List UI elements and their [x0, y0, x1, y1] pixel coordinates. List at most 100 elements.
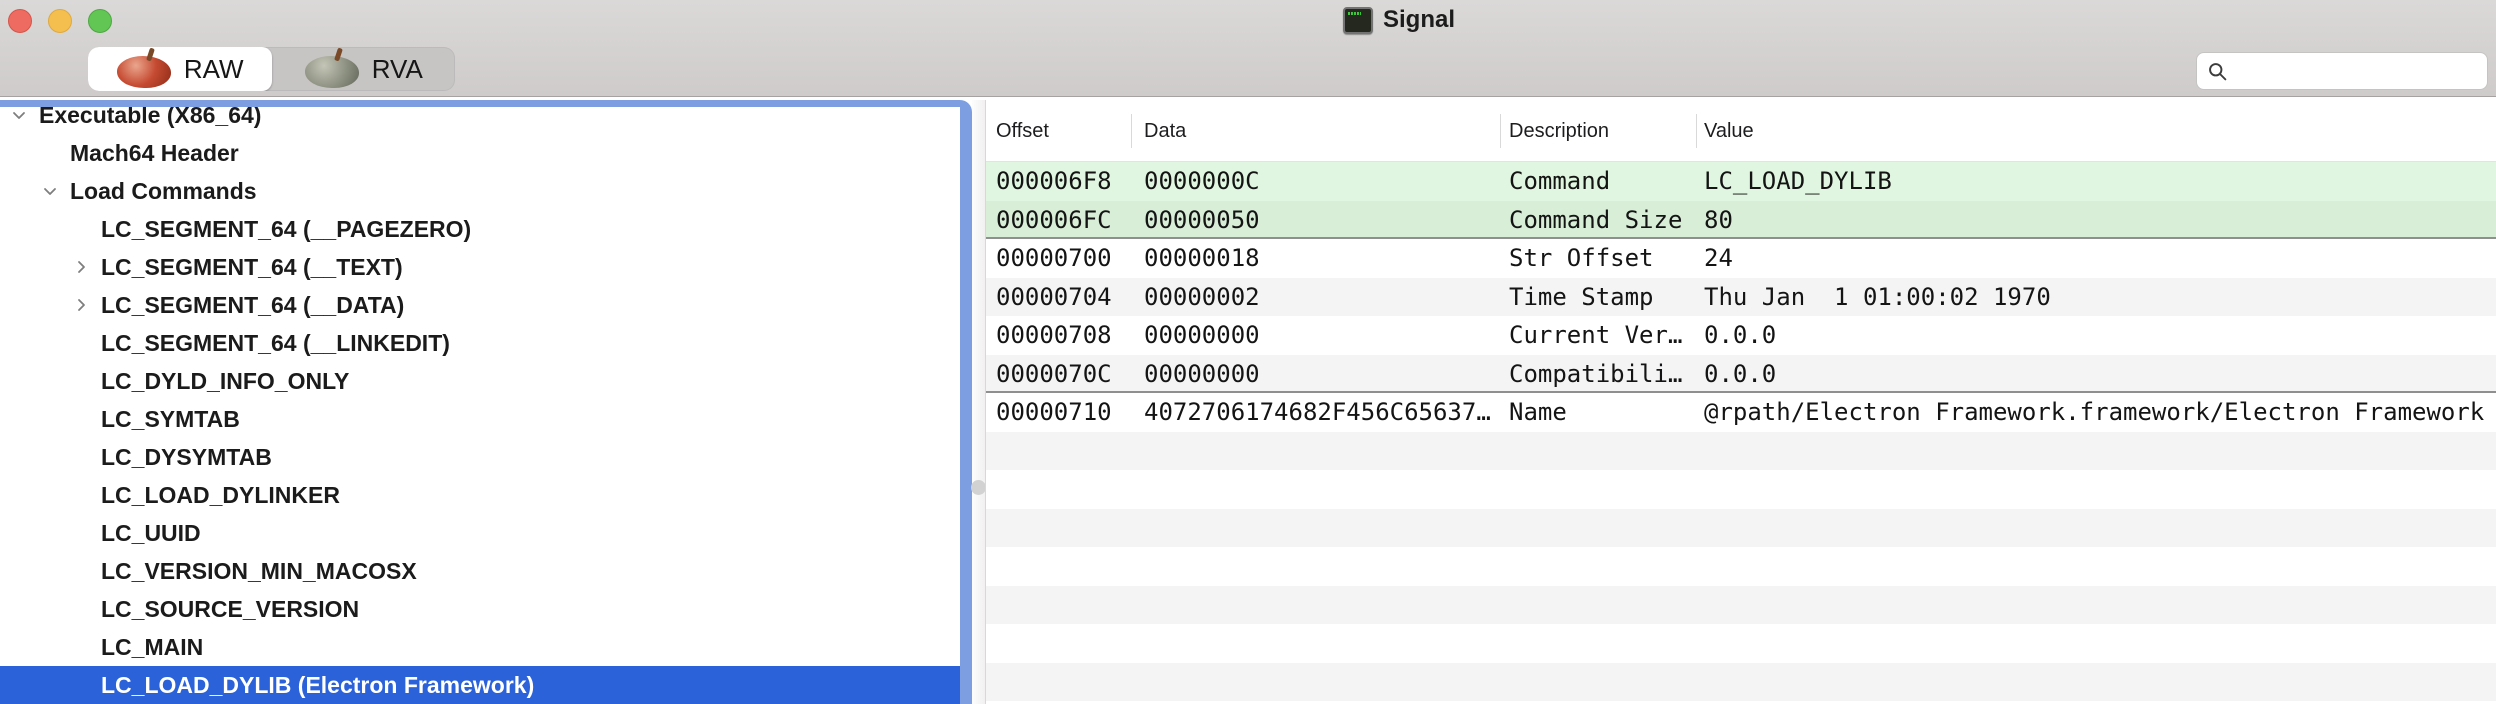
close-button[interactable]	[8, 9, 32, 33]
sidebar-item-label: LC_DYLD_INFO_ONLY	[101, 368, 349, 395]
cell-data: 00000002	[1144, 278, 1260, 317]
scrollbar-thumb[interactable]	[971, 480, 986, 495]
sidebar-item-executable-x86-64[interactable]: Executable (X86_64)	[0, 100, 960, 134]
pane-splitter[interactable]	[972, 100, 985, 704]
cell-data: 0000000C	[1144, 162, 1260, 201]
sidebar-item-label: LC_MAIN	[101, 634, 203, 661]
search-input[interactable]	[2236, 59, 2477, 84]
table-row-00000700[interactable]: 0000070000000018Str Offset24	[986, 239, 2496, 278]
empty-table-row	[986, 432, 2496, 471]
table-row-00000708[interactable]: 0000070800000000Current Ver…0.0.0	[986, 316, 2496, 355]
empty-table-row	[986, 470, 2496, 509]
sidebar-item-label: LC_SEGMENT_64 (__DATA)	[101, 292, 404, 319]
sidebar-item-label: LC_VERSION_MIN_MACOSX	[101, 558, 417, 585]
sidebar-item-label: LC_SEGMENT_64 (__TEXT)	[101, 254, 403, 281]
table-row-00000704[interactable]: 00000704 00000002 Time Stamp Thu Jan 1 01:0…	[986, 278, 2496, 317]
sidebar-item-label: LC_SEGMENT_64 (__PAGEZERO)	[101, 216, 471, 243]
empty-table-row	[986, 586, 2496, 625]
chevron-right-icon[interactable]	[70, 256, 92, 278]
chevron-down-icon[interactable]	[39, 180, 61, 202]
sidebar-item-mach64-header[interactable]: Mach64 Header	[0, 134, 960, 172]
cell-data: 00000000	[1144, 355, 1260, 394]
cell-description: Str Offset	[1509, 239, 1654, 278]
window-title: Signal	[1383, 6, 1455, 34]
search-icon	[2207, 61, 2228, 82]
column-header-value[interactable]: Value	[1704, 100, 1754, 162]
empty-table-row	[986, 663, 2496, 702]
cell-offset: 00000700	[996, 239, 1112, 278]
cell-value: 80	[1704, 201, 1733, 240]
loadcmd-tree-pane: Executable (X86_64) Mach64 Header Load Com…	[0, 100, 972, 704]
cell-description: Command Size	[1509, 201, 1682, 240]
sidebar-item-lc-segment-64-text[interactable]: LC_SEGMENT_64 (__TEXT)	[0, 248, 960, 286]
sidebar-item-lc-load-dylib-electron-framework[interactable]: LC_LOAD_DYLIB (Electron Framework)	[0, 666, 960, 704]
cell-offset: 0000070C	[996, 355, 1112, 394]
cell-description: Current Ver…	[1509, 316, 1682, 355]
segment-raw[interactable]: RAW	[88, 47, 272, 91]
sidebar-item-lc-segment-64-linkedit[interactable]: LC_SEGMENT_64 (__LINKEDIT)	[0, 324, 960, 362]
sidebar-item-label: LC_SOURCE_VERSION	[101, 596, 359, 623]
cell-offset: 00000704	[996, 278, 1112, 317]
table-body: 000006F80000000CCommandLC_LOAD_DYLIB0000…	[986, 162, 2496, 704]
cell-offset: 00000708	[996, 316, 1112, 355]
cell-data: 00000050	[1144, 201, 1260, 240]
empty-table-row	[986, 624, 2496, 663]
sidebar-item-label: LC_LOAD_DYLINKER	[101, 482, 340, 509]
table-row-00000710[interactable]: 000007104072706174682F456C65637…Name@rpa…	[986, 393, 2496, 432]
column-divider[interactable]	[1696, 114, 1697, 148]
cell-description: Time Stamp	[1509, 278, 1654, 317]
zoom-button[interactable]	[88, 9, 112, 33]
sidebar-item-lc-uuid[interactable]: LC_UUID	[0, 514, 960, 552]
table-row-000006FC[interactable]: 000006FC 00000050 Command Size 80	[986, 201, 2496, 240]
column-header-description[interactable]: Description	[1509, 100, 1609, 162]
fields-table-pane: Offset Data Description Value 000006F800…	[985, 100, 2496, 704]
sidebar-item-lc-symtab[interactable]: LC_SYMTAB	[0, 400, 960, 438]
sidebar-item-lc-segment-64-pagezero[interactable]: LC_SEGMENT_64 (__PAGEZERO)	[0, 210, 960, 248]
cell-value: LC_LOAD_DYLIB	[1704, 162, 1892, 201]
cell-offset: 000006FC	[996, 201, 1112, 240]
window-title-group: Signal	[1343, 6, 1455, 34]
cell-description: Name	[1509, 393, 1567, 432]
sidebar-item-lc-source-version[interactable]: LC_SOURCE_VERSION	[0, 590, 960, 628]
sidebar-item-label: Executable (X86_64)	[39, 102, 261, 129]
cell-data: 00000000	[1144, 316, 1260, 355]
sidebar-item-lc-version-min-macosx[interactable]: LC_VERSION_MIN_MACOSX	[0, 552, 960, 590]
sidebar-item-lc-segment-64-data[interactable]: LC_SEGMENT_64 (__DATA)	[0, 286, 960, 324]
red-apple-icon	[116, 49, 172, 89]
sidebar-item-lc-main[interactable]: LC_MAIN	[0, 628, 960, 666]
chevron-down-icon[interactable]	[8, 104, 30, 126]
window-controls	[8, 9, 112, 33]
cell-data: 00000018	[1144, 239, 1260, 278]
search-field[interactable]	[2196, 52, 2488, 90]
table-row-000006F8[interactable]: 000006F80000000CCommandLC_LOAD_DYLIB	[986, 162, 2496, 201]
cell-data: 4072706174682F456C65637…	[1144, 393, 1491, 432]
table-header: Offset Data Description Value	[986, 100, 2496, 162]
sidebar-item-label: LC_LOAD_DYLIB (Electron Framework)	[101, 672, 534, 699]
column-divider[interactable]	[1500, 114, 1501, 148]
sidebar-item-lc-dysymtab[interactable]: LC_DYSYMTAB	[0, 438, 960, 476]
minimize-button[interactable]	[48, 9, 72, 33]
app-document-icon	[1343, 7, 1373, 34]
sidebar-item-label: Mach64 Header	[70, 140, 239, 167]
column-header-data[interactable]: Data	[1144, 100, 1186, 162]
column-divider[interactable]	[1131, 114, 1132, 148]
chevron-right-icon[interactable]	[70, 294, 92, 316]
empty-table-row	[986, 509, 2496, 548]
sidebar-item-lc-load-dylinker[interactable]: LC_LOAD_DYLINKER	[0, 476, 960, 514]
sidebar-item-label: LC_DYSYMTAB	[101, 444, 272, 471]
column-header-offset[interactable]: Offset	[996, 100, 1049, 162]
sidebar-item-label: LC_SYMTAB	[101, 406, 240, 433]
gray-apple-icon	[304, 49, 360, 89]
empty-table-row	[986, 547, 2496, 586]
cell-value: 0.0.0	[1704, 355, 1776, 394]
sidebar-item-lc-dyld-info-only[interactable]: LC_DYLD_INFO_ONLY	[0, 362, 960, 400]
sidebar-item-label: LC_UUID	[101, 520, 201, 547]
cell-description: Compatibili…	[1509, 355, 1682, 394]
sidebar-item-load-commands[interactable]: Load Commands	[0, 172, 960, 210]
table-row-0000070C[interactable]: 0000070C 00000000 Compatibili… 0.0.0	[986, 355, 2496, 394]
cell-description: Command	[1509, 162, 1610, 201]
sidebar-item-label: LC_SEGMENT_64 (__LINKEDIT)	[101, 330, 450, 357]
segment-raw-label: RAW	[184, 54, 244, 85]
cell-value: Thu Jan 1 01:00:02 1970	[1704, 278, 2051, 317]
segment-rva[interactable]: RVA	[272, 47, 456, 91]
